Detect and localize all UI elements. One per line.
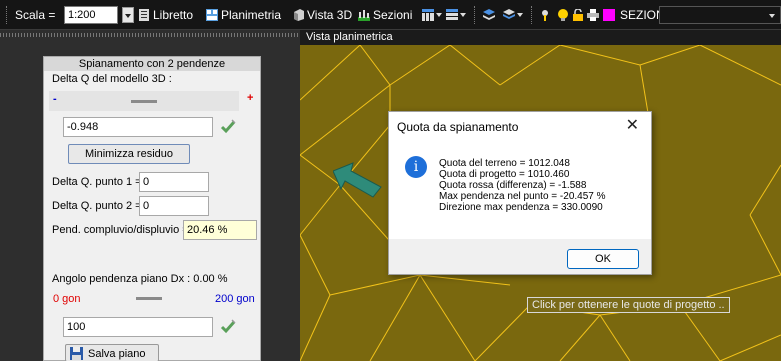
quota-dialog: Quota da spianamento ✕ i Quota del terre…	[388, 111, 652, 275]
angolo-label: Angolo pendenza piano Dx : 0.00 %	[52, 273, 228, 285]
dialog-line-progetto: Quota di progetto = 1010.460	[439, 169, 570, 180]
cube-icon[interactable]	[293, 9, 305, 21]
delta-q-slider[interactable]	[49, 91, 239, 111]
printer-icon[interactable]	[587, 9, 599, 21]
apply-check-icon[interactable]	[219, 118, 237, 136]
dialog-body: i Quota del terreno = 1012.048 Quota di …	[389, 141, 651, 239]
main-toolbar: Scala = 1:200 Libretto Planimetria Vista…	[0, 0, 781, 30]
pin-icon[interactable]	[539, 9, 551, 21]
delta-q-p2-value: 0	[143, 200, 150, 212]
dialog-line-max-pendenza: Max pendenza nel punto = -20.457 %	[439, 191, 606, 202]
lightbulb-icon[interactable]	[557, 9, 569, 21]
lock-icon[interactable]	[572, 9, 584, 21]
sezioni-button[interactable]: Sezioni	[373, 8, 412, 22]
delta-q-input-value: -0.948	[67, 121, 99, 133]
libretto-button[interactable]: Libretto	[153, 8, 193, 22]
angle-slider[interactable]	[90, 288, 208, 308]
delta-q-p1-value: 0	[143, 176, 150, 188]
pend-input[interactable]: 20.46 %	[183, 220, 257, 240]
scale-input[interactable]: 1:200	[64, 6, 118, 24]
book-icon[interactable]	[138, 9, 150, 21]
magenta-color-icon[interactable]	[603, 9, 615, 21]
pend-input-value: 20.46 %	[187, 224, 228, 236]
sections-icon[interactable]	[358, 9, 370, 21]
dialog-title: Quota da spianamento	[397, 120, 519, 134]
ok-button[interactable]: OK	[567, 249, 639, 269]
grid-columns-icon[interactable]	[422, 9, 434, 21]
grid-rows-dropdown[interactable]	[460, 13, 466, 17]
direction-arrow-icon	[333, 162, 382, 198]
map-tooltip: Click per ottenere le quote di progetto …	[527, 297, 730, 313]
delta-q-label: Delta Q del modello 3D :	[52, 73, 172, 85]
gon-max-label: 200 gon	[215, 293, 255, 305]
save-plane-dx-label: Salva piano Dx	[88, 348, 146, 360]
close-icon[interactable]: ✕	[626, 118, 639, 134]
angle-input[interactable]: 100	[63, 317, 213, 337]
scale-label: Scala =	[15, 8, 56, 22]
pane-splitter[interactable]	[0, 33, 300, 37]
layers-icon[interactable]	[483, 9, 495, 21]
delta-q-slider-thumb[interactable]	[131, 100, 157, 103]
scale-input-value: 1:200	[68, 9, 96, 21]
delta-q-p1-label: Delta Q. punto 1 =	[52, 176, 142, 188]
spianamento-panel: Spianamento con 2 pendenze Delta Q del m…	[43, 56, 261, 361]
dialog-footer: OK	[389, 239, 651, 274]
delta-q-p1-input[interactable]: 0	[139, 172, 209, 192]
delta-q-minus[interactable]: -	[53, 93, 57, 105]
map-title: Vista planimetrica	[300, 30, 781, 45]
save-plane-dx-button[interactable]: Salva piano Dx	[65, 344, 159, 361]
layer-select-dropdown[interactable]	[659, 6, 781, 24]
angle-slider-thumb[interactable]	[136, 297, 162, 300]
apply-angle-check-icon[interactable]	[219, 318, 237, 336]
toolbar-grip-2[interactable]	[474, 6, 477, 24]
pend-label: Pend. compluvio/displuvio =	[52, 224, 189, 236]
stack-icon[interactable]	[503, 9, 515, 21]
dialog-line-direzione: Direzione max pendenza = 330.0090	[439, 202, 603, 213]
planimetria-button[interactable]: Planimetria	[221, 8, 281, 22]
grid-rows-icon[interactable]	[446, 9, 458, 21]
scale-dropdown-button[interactable]	[122, 7, 134, 23]
toolbar-grip-3[interactable]	[531, 6, 534, 24]
panel-title: Spianamento con 2 pendenze	[44, 57, 260, 71]
vista3d-button[interactable]: Vista 3D	[307, 8, 352, 22]
floppy-disk-icon	[70, 347, 83, 360]
delta-q-input[interactable]: -0.948	[63, 117, 213, 137]
minimize-residual-button[interactable]: Minimizza residuo	[68, 144, 190, 164]
grid-columns-dropdown[interactable]	[436, 13, 442, 17]
delta-q-p2-input[interactable]: 0	[139, 196, 209, 216]
plan-icon[interactable]	[206, 9, 218, 21]
toolbar-grip[interactable]	[6, 6, 9, 24]
gon-min-label: 0 gon	[53, 293, 81, 305]
stack-dropdown[interactable]	[517, 13, 523, 17]
dialog-line-terreno: Quota del terreno = 1012.048	[439, 158, 570, 169]
delta-q-plus[interactable]: +	[247, 92, 253, 104]
dialog-line-quota-rossa: Quota rossa (differenza) = -1.588	[439, 180, 587, 191]
angle-input-value: 100	[67, 321, 86, 333]
info-icon: i	[405, 156, 427, 178]
delta-q-p2-label: Delta Q. punto 2 =	[52, 200, 142, 212]
